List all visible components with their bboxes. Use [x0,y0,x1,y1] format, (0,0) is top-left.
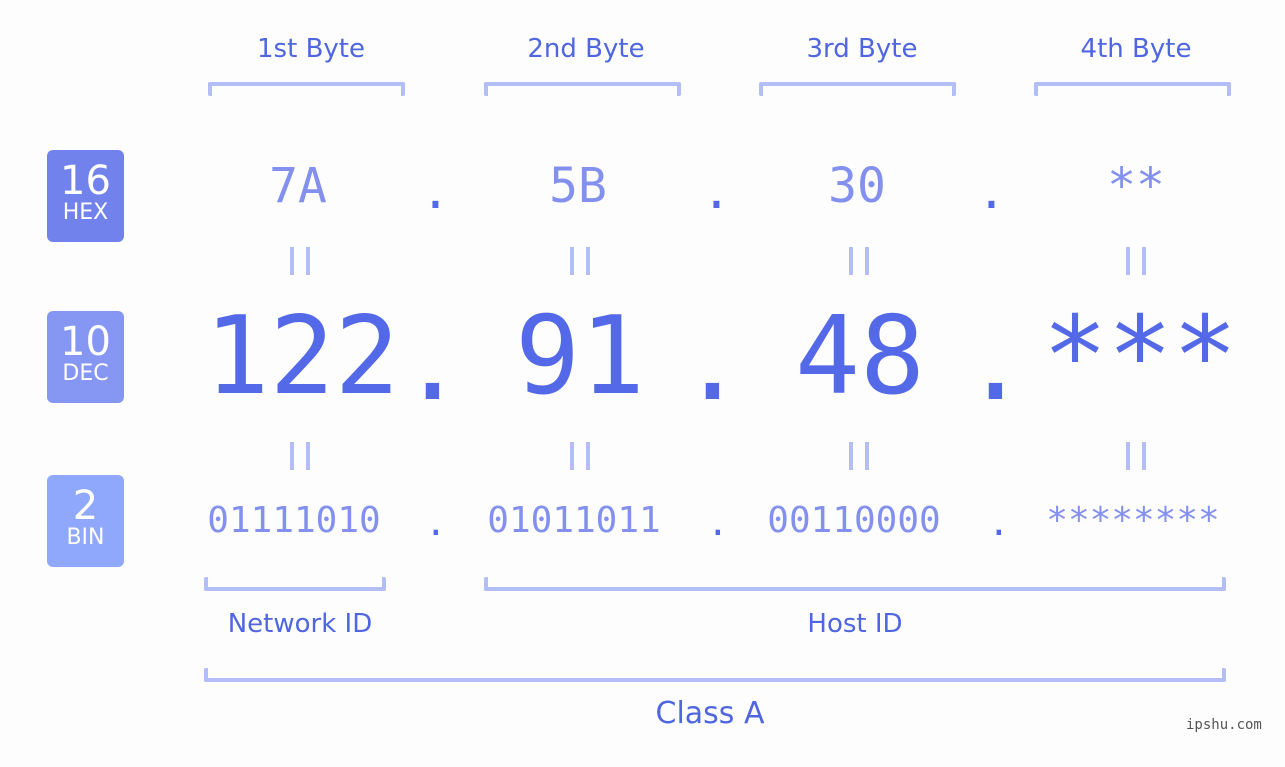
hex-dot-3: . [977,164,1006,220]
byte-bracket-1 [208,82,405,96]
bin-byte-1: 01111010 [207,500,381,541]
hex-label: HEX [62,200,109,225]
dec-byte-3: 48 [794,294,926,419]
dec-byte-4: *** [1042,294,1238,419]
equals-icon [1126,247,1146,275]
hex-dot-2: . [702,164,731,220]
host-id-bracket [484,577,1226,591]
dec-dot-1: . [400,300,466,425]
hex-badge: 16 HEX [47,150,124,242]
watermark: ipshu.com [1186,717,1262,733]
equals-icon [1126,442,1146,470]
byte-bracket-4 [1034,82,1231,96]
byte-header-3: 3rd Byte [806,34,918,64]
hex-byte-4: ** [1107,158,1165,214]
bin-byte-2: 01011011 [487,500,661,541]
dec-dot-3: . [963,300,1029,425]
network-id-bracket [204,577,386,591]
dec-byte-2: 91 [514,294,646,419]
hex-byte-1: 7A [269,158,327,214]
byte-bracket-3 [759,82,956,96]
byte-header-4: 4th Byte [1080,34,1192,64]
equals-icon [849,247,869,275]
byte-header-1: 1st Byte [257,34,365,64]
hex-base: 16 [60,158,111,204]
byte-header-2: 2nd Byte [527,34,645,64]
bin-byte-3: 00110000 [767,500,941,541]
bin-byte-4: ******** [1046,500,1220,541]
dec-badge: 10 DEC [47,311,124,403]
bin-dot-2: . [707,503,729,544]
bin-label: BIN [66,525,105,550]
class-label: Class A [655,696,765,731]
dec-dot-2: . [680,300,746,425]
host-id-label: Host ID [807,609,903,639]
equals-icon [290,247,310,275]
hex-dot-1: . [421,164,450,220]
bin-base: 2 [72,483,99,529]
hex-byte-3: 30 [828,158,886,214]
dec-base: 10 [60,319,111,365]
class-bracket [204,668,1226,682]
network-id-label: Network ID [227,609,373,639]
hex-byte-2: 5B [549,158,607,214]
equals-icon [290,442,310,470]
equals-icon [570,247,590,275]
byte-bracket-2 [484,82,681,96]
bin-dot-1: . [425,503,447,544]
dec-label: DEC [62,361,109,386]
equals-icon [570,442,590,470]
bin-dot-3: . [988,503,1010,544]
bin-badge: 2 BIN [47,475,124,567]
equals-icon [849,442,869,470]
